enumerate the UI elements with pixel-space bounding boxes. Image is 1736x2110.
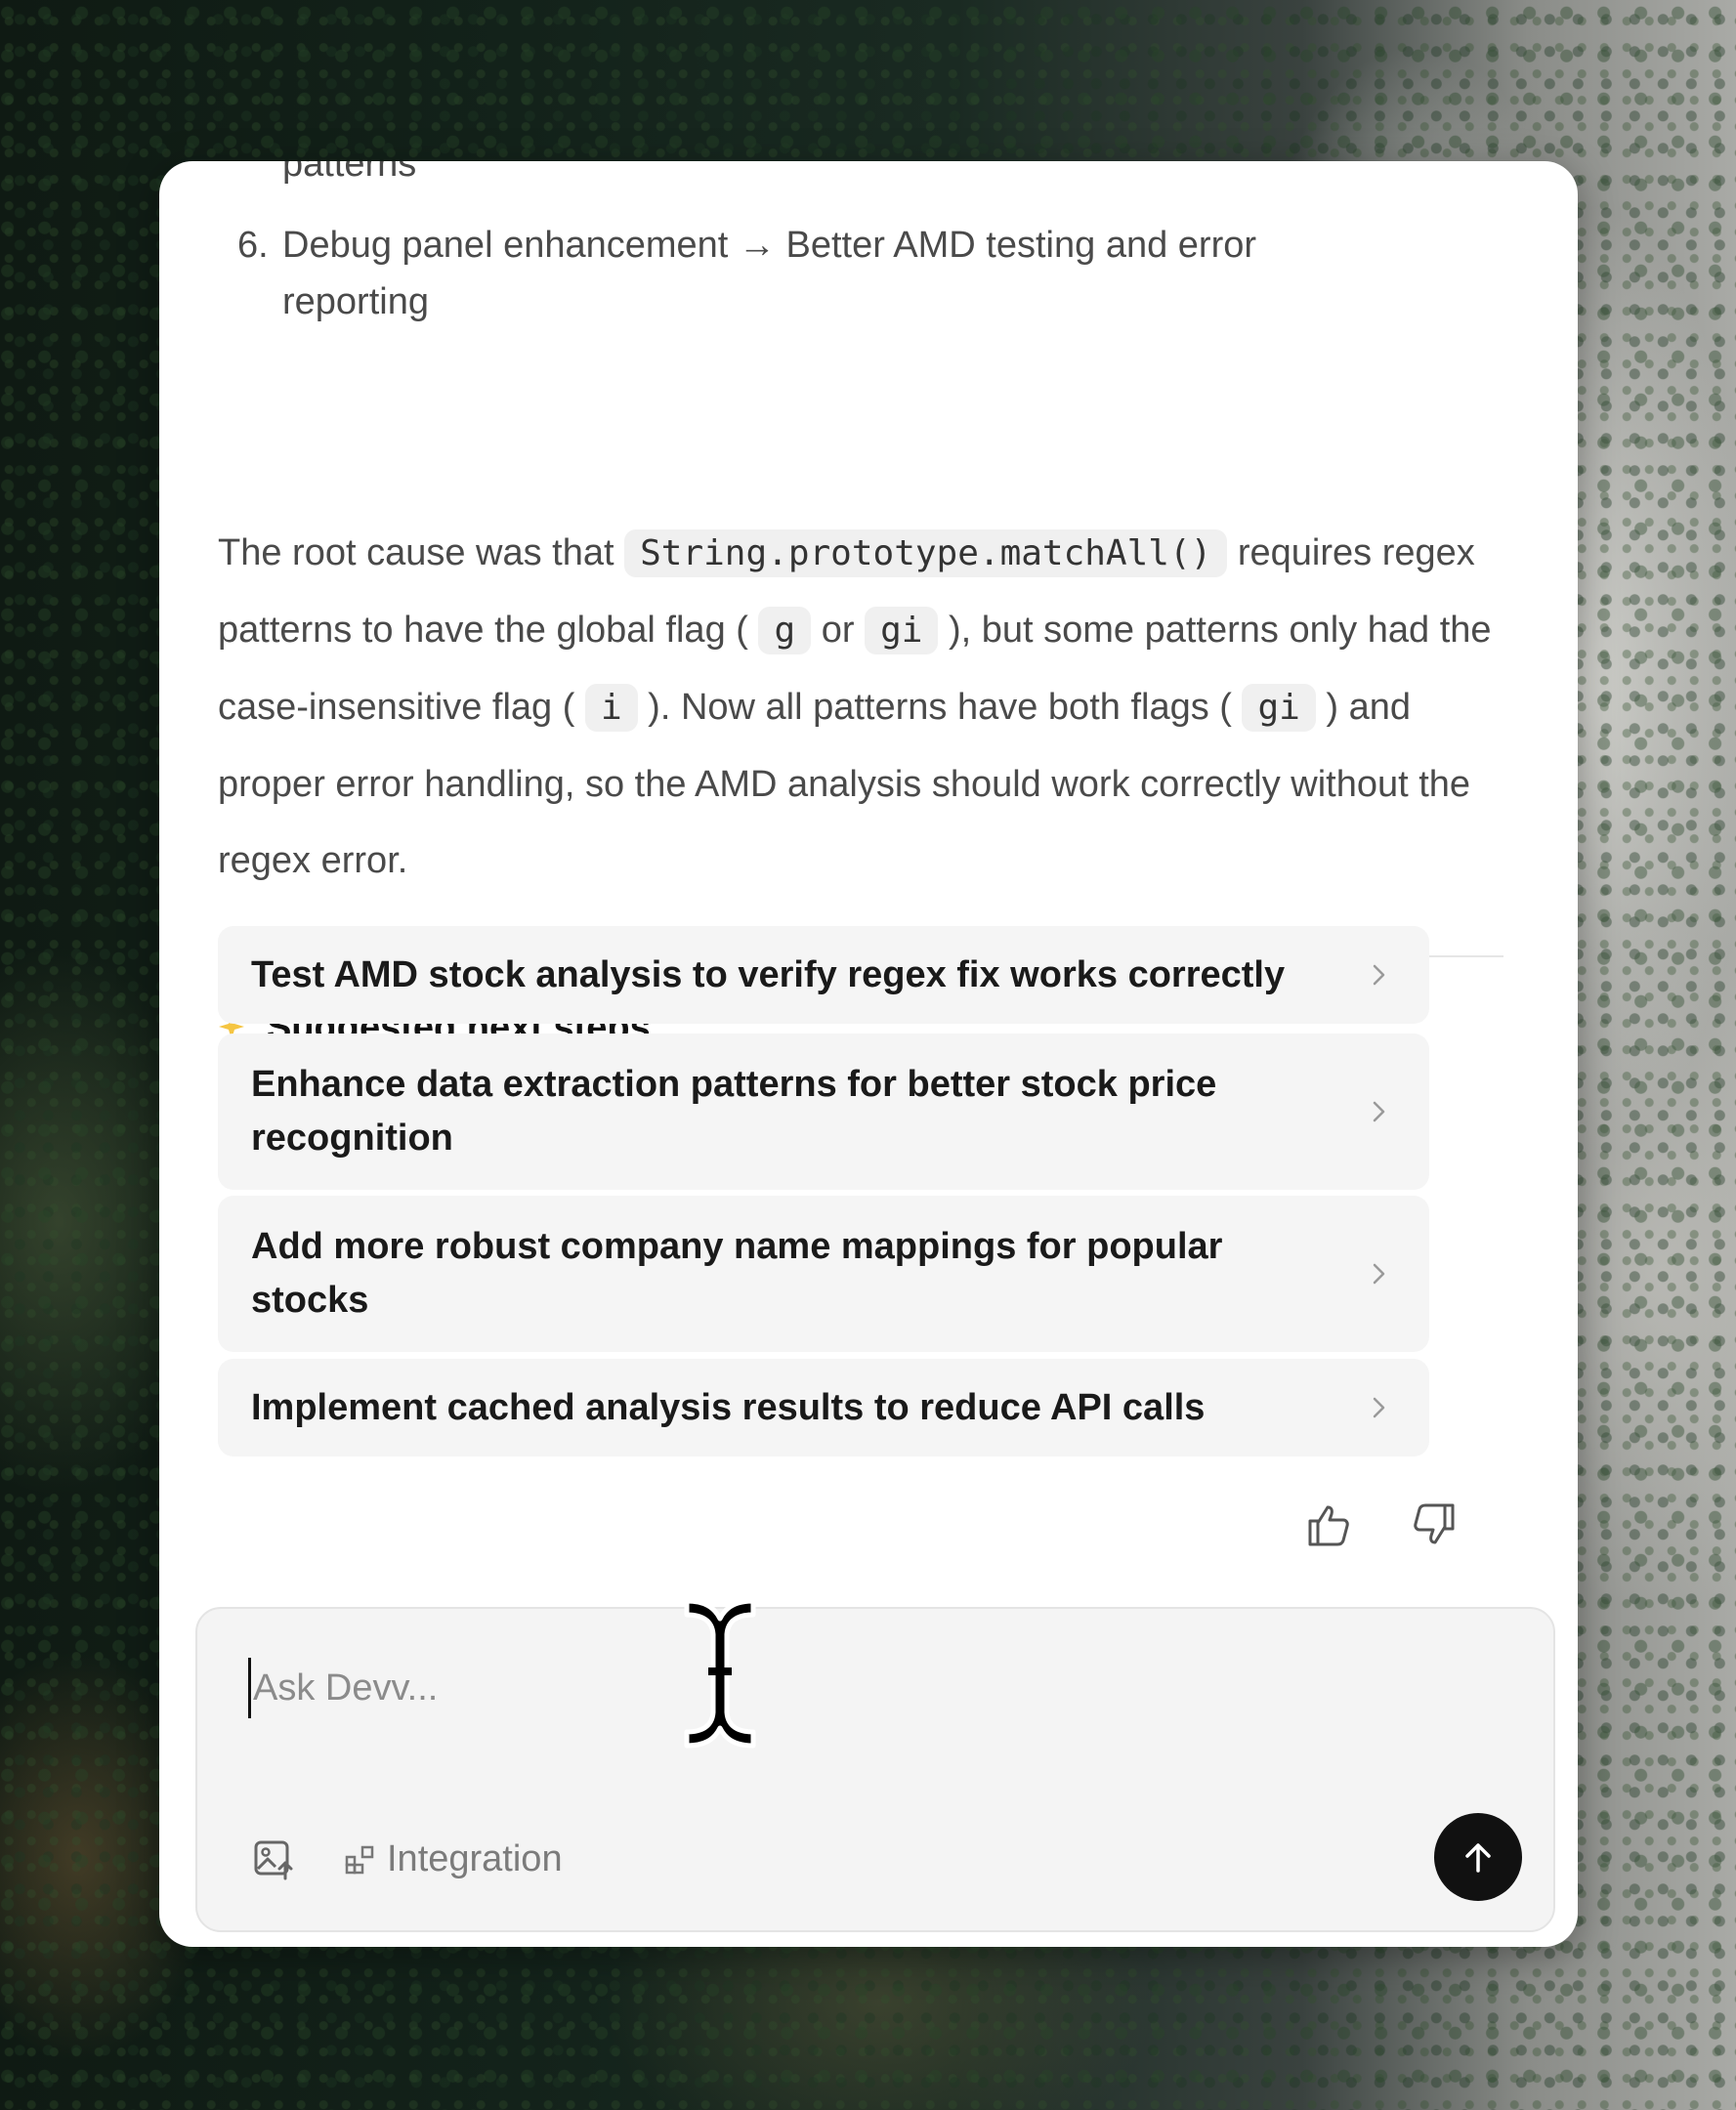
chevron-right-icon [1373,1263,1385,1285]
para-text: ). Now all patterns have both flags ( [637,687,1243,728]
inline-code: g [758,607,812,654]
suggestion-label: Add more robust company name mappings fo… [251,1226,1223,1321]
para-text: or [811,610,866,651]
suggestion-item[interactable]: Implement cached analysis results to red… [218,1359,1429,1456]
inline-code: gi [1242,684,1316,732]
suggestion-item[interactable]: Add more robust company name mappings fo… [218,1196,1429,1352]
suggestion-label: Enhance data extraction patterns for bet… [251,1064,1217,1159]
chat-panel: patterns 6. Debug panel enhancement → Be… [159,161,1578,1947]
cut-off-text: patterns [282,161,417,185]
chevron-right-icon [1373,1101,1385,1122]
explanation-paragraph: The root cause was that String.prototype… [218,515,1507,899]
para-text: The root cause was that [218,532,625,573]
integration-button[interactable]: Integration [344,1834,563,1884]
text-cursor-icon [684,1598,756,1749]
inline-code: String.prototype.matchAll() [624,529,1228,577]
list-text: Debug panel enhancement → Better AMD tes… [282,225,1257,322]
inline-code: i [584,684,638,732]
chevron-right-icon [1373,1397,1385,1418]
chat-composer: Integration [195,1607,1555,1932]
suggestion-label: Test AMD stock analysis to verify regex … [251,953,1286,995]
integration-label: Integration [387,1837,563,1879]
thumbs-down-icon[interactable] [1410,1499,1461,1550]
suggestion-item[interactable]: Test AMD stock analysis to verify regex … [218,926,1429,1024]
ask-input[interactable] [248,1658,1476,1718]
suggestion-item[interactable]: Enhance data extraction patterns for bet… [218,1034,1429,1190]
integration-icon [345,1845,374,1875]
list-item: 6. Debug panel enhancement → Better AMD … [237,217,1390,330]
image-upload-icon[interactable] [252,1837,295,1880]
thumbs-up-icon[interactable] [1302,1499,1353,1550]
suggestion-label: Implement cached analysis results to red… [251,1386,1206,1428]
arrow-up-icon [1465,1843,1491,1873]
chevron-right-icon [1373,964,1385,986]
send-button[interactable] [1434,1813,1522,1901]
list-number: 6. [237,225,269,266]
inline-code: gi [865,607,939,654]
